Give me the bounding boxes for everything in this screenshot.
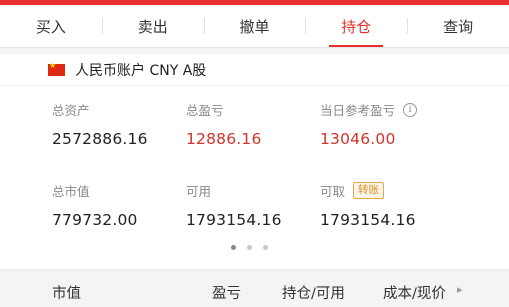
withdrawable-label: 可取 — [320, 184, 346, 199]
market-value-label: 总市值 — [52, 184, 90, 199]
transfer-button[interactable]: 转账 — [353, 182, 385, 199]
total-pnl: 总盈亏 12886.16 — [186, 100, 262, 148]
col-market-value[interactable]: 市值 — [52, 282, 81, 303]
market-value-value: 779732.00 — [52, 211, 138, 229]
tab-positions[interactable]: 持仓 — [305, 5, 407, 47]
total-assets: 总资产 2572886.16 — [52, 100, 148, 148]
today-pnl-label: 当日参考盈亏 — [320, 103, 396, 118]
tab-buy[interactable]: 买入 — [0, 5, 102, 47]
account-row[interactable]: 人民币账户 CNY A股 — [0, 54, 509, 86]
withdrawable-label-row: 可取 转账 — [320, 181, 416, 200]
available-value: 1793154.16 — [186, 211, 282, 229]
available-label: 可用 — [186, 184, 212, 199]
tab-query[interactable]: 查询 — [407, 5, 509, 47]
today-pnl: 当日参考盈亏 i 13046.00 — [320, 100, 418, 148]
trade-tab-bar: 买入 卖出 撤单 持仓 查询 — [0, 5, 509, 48]
info-icon[interactable]: i — [403, 102, 418, 117]
positions-table-header: 市值 盈亏 持仓/可用 成本/现价 ▸ — [0, 269, 509, 307]
account-label: 人民币账户 CNY A股 — [75, 62, 207, 79]
page-dot[interactable] — [231, 245, 236, 250]
market-value: 总市值 779732.00 — [52, 181, 138, 229]
page-dot[interactable] — [263, 245, 268, 250]
available: 可用 1793154.16 — [186, 181, 282, 229]
col-cost-price[interactable]: 成本/现价 — [383, 282, 446, 303]
tab-sell[interactable]: 卖出 — [101, 5, 204, 47]
total-pnl-value: 12886.16 — [186, 130, 262, 148]
tab-cancel-order[interactable]: 撤单 — [203, 5, 306, 47]
chevron-right-icon[interactable]: ▸ — [457, 283, 463, 296]
today-pnl-value: 13046.00 — [320, 130, 396, 148]
withdrawable-value: 1793154.16 — [320, 211, 416, 229]
page-indicator — [231, 245, 268, 250]
total-assets-label: 总资产 — [52, 103, 90, 118]
total-assets-value: 2572886.16 — [52, 130, 148, 148]
total-pnl-label: 总盈亏 — [186, 103, 224, 118]
col-position-available[interactable]: 持仓/可用 — [282, 282, 345, 303]
col-pnl[interactable]: 盈亏 — [212, 282, 241, 303]
china-flag-icon — [48, 61, 65, 76]
today-pnl-label-row: 当日参考盈亏 i — [320, 100, 418, 119]
withdrawable: 可取 转账 1793154.16 — [320, 181, 416, 229]
page-dot[interactable] — [247, 245, 252, 250]
